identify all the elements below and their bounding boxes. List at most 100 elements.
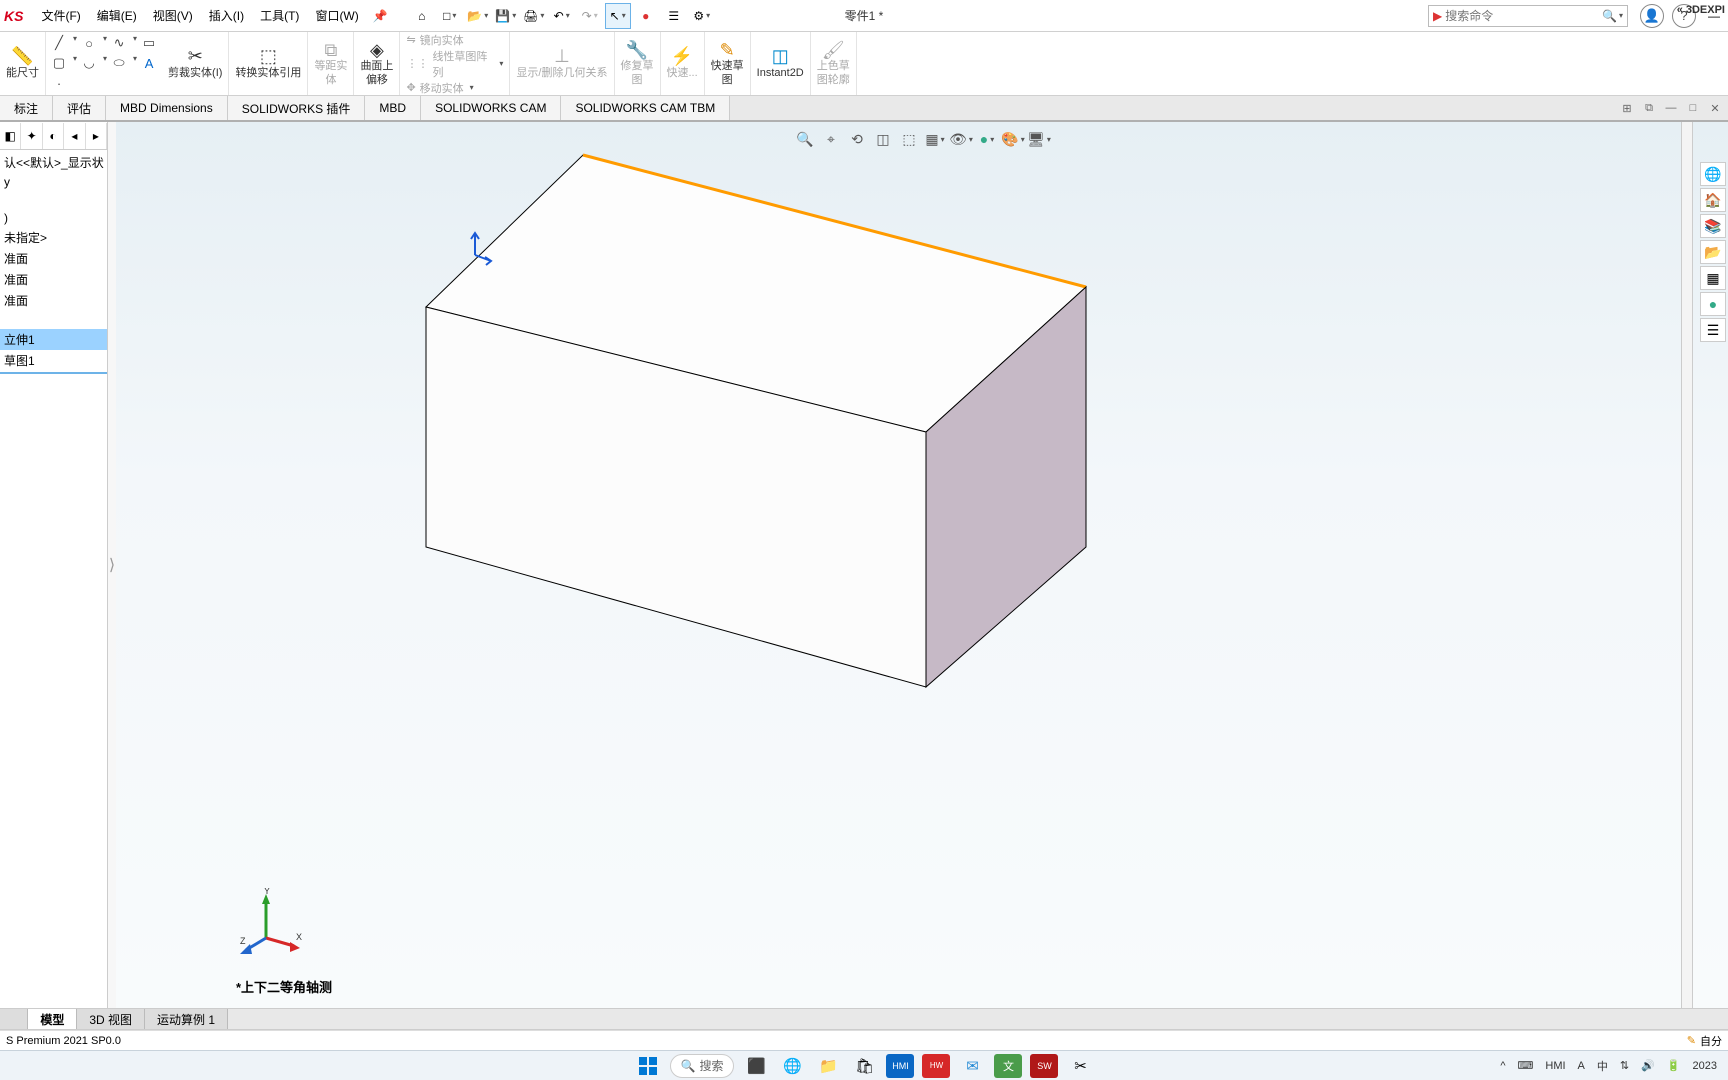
task-properties-icon[interactable]: ☰ <box>1700 318 1726 342</box>
tray-ime-icon[interactable]: 中 <box>1594 1058 1611 1074</box>
status-edit-icon[interactable]: ✎ <box>1687 1034 1696 1047</box>
tree-material[interactable]: 未指定> <box>0 227 107 248</box>
taskbar-huawei-icon[interactable]: HW <box>922 1054 950 1078</box>
instant2d-tool[interactable]: ◫ Instant2D <box>751 32 811 95</box>
smart-dimension-tool[interactable]: 📏 能尺寸 <box>0 32 46 95</box>
task-view-palette-icon[interactable]: ▦ <box>1700 266 1726 290</box>
bottom-tab-3dview[interactable]: 3D 视图 <box>77 1009 145 1029</box>
tree-plane-right[interactable]: 准面 <box>0 290 107 311</box>
redo-button[interactable]: ↷▾ <box>577 3 603 29</box>
repair-sketch-tool[interactable]: 🔧 修复草 图 <box>615 32 661 95</box>
offset-entities-tool[interactable]: ⧉ 等距实 体 <box>308 32 354 95</box>
chevron-down-icon[interactable]: ▾ <box>73 54 77 72</box>
panel-tab-tree[interactable]: ◧ <box>0 123 21 149</box>
viewport-popout-icon[interactable]: ⧉ <box>1640 99 1658 117</box>
taskbar-solidworks-icon[interactable]: SW <box>1030 1054 1058 1078</box>
viewport-minimize-icon[interactable]: — <box>1662 99 1680 117</box>
tray-app-icon[interactable]: A <box>1575 1060 1588 1072</box>
new-button[interactable]: □▾ <box>437 3 463 29</box>
start-button[interactable] <box>634 1054 662 1078</box>
circle-icon[interactable]: ○ <box>80 34 98 52</box>
quick-sketch-tool[interactable]: ✎ 快速草 图 <box>705 32 751 95</box>
bottom-tab-model[interactable]: 模型 <box>28 1009 77 1029</box>
tree-origin[interactable] <box>0 311 107 329</box>
panel-tab-config[interactable]: ◐ <box>43 123 64 149</box>
tray-volume-icon[interactable]: 🔊 <box>1638 1059 1658 1072</box>
tree-plane-top[interactable]: 准面 <box>0 269 107 290</box>
mirror-label[interactable]: 镜向实体 <box>420 32 464 48</box>
relations-tool[interactable]: ⊥ 显示/删除几何关系 <box>510 32 614 95</box>
viewport-maximize-icon[interactable]: □ <box>1684 99 1702 117</box>
taskbar-store-icon[interactable]: 🛍 <box>850 1054 878 1078</box>
taskbar-explorer-icon[interactable]: 📁 <box>814 1054 842 1078</box>
arc-icon[interactable]: ◡ <box>80 54 98 72</box>
taskbar-edge-icon[interactable]: 🌐 <box>778 1054 806 1078</box>
menu-view[interactable]: 视图(V) <box>145 0 201 31</box>
task-home-icon[interactable]: 🏠 <box>1700 188 1726 212</box>
tab-sw-addins[interactable]: SOLIDWORKS 插件 <box>228 96 366 120</box>
tab-evaluate[interactable]: 评估 <box>53 96 106 120</box>
search-box[interactable]: ▶ 🔍 ▾ <box>1428 5 1628 27</box>
open-button[interactable]: 📂▾ <box>465 3 491 29</box>
taskbar-wps-icon[interactable]: 文 <box>994 1054 1022 1078</box>
menu-insert[interactable]: 插入(I) <box>201 0 252 31</box>
move-label[interactable]: 移动实体 <box>420 80 464 96</box>
task-library-icon[interactable]: 📚 <box>1700 214 1726 238</box>
tray-wifi-icon[interactable]: ⇅ <box>1617 1059 1632 1072</box>
tree-history[interactable]: y <box>0 173 107 191</box>
side-panel-label[interactable]: « 3DEXPI <box>1676 0 1726 20</box>
trim-tool[interactable]: ✂ 剪裁实体(I) <box>162 32 229 95</box>
tree-annotations[interactable]: ) <box>0 209 107 227</box>
color-sketch-tool[interactable]: 🖌 上色草 图轮廓 <box>811 32 857 95</box>
task-pane-resize-handle[interactable] <box>1681 122 1693 1008</box>
tab-mbd-dimensions[interactable]: MBD Dimensions <box>106 96 228 120</box>
task-view-button[interactable]: ⬛ <box>742 1054 770 1078</box>
tray-input-icon[interactable]: ⌨ <box>1514 1059 1536 1072</box>
taskbar-search[interactable]: 🔍 搜索 <box>670 1054 735 1078</box>
tab-sw-cam-tbm[interactable]: SOLIDWORKS CAM TBM <box>561 96 730 120</box>
menu-tools[interactable]: 工具(T) <box>252 0 307 31</box>
tree-sensors[interactable] <box>0 191 107 209</box>
bottom-tab-motion[interactable]: 运动算例 1 <box>145 1009 228 1029</box>
pin-icon[interactable]: 📌 <box>367 9 394 23</box>
task-explorer-icon[interactable]: 📂 <box>1700 240 1726 264</box>
chevron-down-icon[interactable]: ▾ <box>103 34 107 52</box>
print-button[interactable]: 🖨▾ <box>521 3 547 29</box>
tree-end-bar[interactable] <box>0 372 107 374</box>
chevron-down-icon[interactable]: ▾ <box>133 34 137 52</box>
ellipse-icon[interactable]: ⬭ <box>110 54 128 72</box>
select-button[interactable]: ↖▾ <box>605 3 631 29</box>
options-button[interactable]: ⚙▾ <box>689 3 715 29</box>
surface-offset-tool[interactable]: ◈ 曲面上 偏移 <box>354 32 400 95</box>
taskbar-snip-icon[interactable]: ✂ <box>1066 1054 1094 1078</box>
tab-sw-cam[interactable]: SOLIDWORKS CAM <box>421 96 561 120</box>
panel-tab-next[interactable]: ▸ <box>86 123 107 149</box>
tray-battery-icon[interactable]: 🔋 <box>1664 1059 1684 1072</box>
panel-splitter[interactable]: ⟩ <box>108 122 116 1008</box>
line-icon[interactable]: ╱ <box>50 34 68 52</box>
menu-window[interactable]: 窗口(W) <box>307 0 366 31</box>
rectangle-icon[interactable]: ▢ <box>50 54 68 72</box>
panel-tab-property[interactable]: ✦ <box>21 123 42 149</box>
tab-annotate[interactable]: 标注 <box>0 96 53 120</box>
tab-mbd[interactable]: MBD <box>365 96 421 120</box>
convert-entities-tool[interactable]: ⬚ 转换实体引用 <box>229 32 308 95</box>
taskbar-mail-icon[interactable]: ✉ <box>958 1054 986 1078</box>
panel-tab-prev[interactable]: ◂ <box>64 123 85 149</box>
task-appearances-icon[interactable]: ● <box>1700 292 1726 316</box>
undo-button[interactable]: ↶▾ <box>549 3 575 29</box>
tree-config[interactable]: 认<<默认>_显示状 <box>0 152 107 173</box>
bottom-tab-prev[interactable] <box>0 1009 28 1029</box>
quick-tool[interactable]: ⚡ 快速... <box>661 32 705 95</box>
tree-sketch[interactable]: 草图1 <box>0 350 107 371</box>
chevron-down-icon[interactable]: ▾ <box>133 54 137 72</box>
viewport-tile-icon[interactable]: ⊞ <box>1618 99 1636 117</box>
tree-extrude-feature[interactable]: 立伸1 <box>0 329 107 350</box>
tray-hmi-icon[interactable]: HMI <box>1542 1060 1568 1072</box>
task-resources-icon[interactable]: 🌐 <box>1700 162 1726 186</box>
point-icon[interactable]: · <box>50 74 68 92</box>
menu-edit[interactable]: 编辑(E) <box>89 0 145 31</box>
chevron-down-icon[interactable]: ▾ <box>103 54 107 72</box>
chevron-down-icon[interactable]: ▾ <box>73 34 77 52</box>
tray-chevron-icon[interactable]: ^ <box>1497 1060 1508 1072</box>
